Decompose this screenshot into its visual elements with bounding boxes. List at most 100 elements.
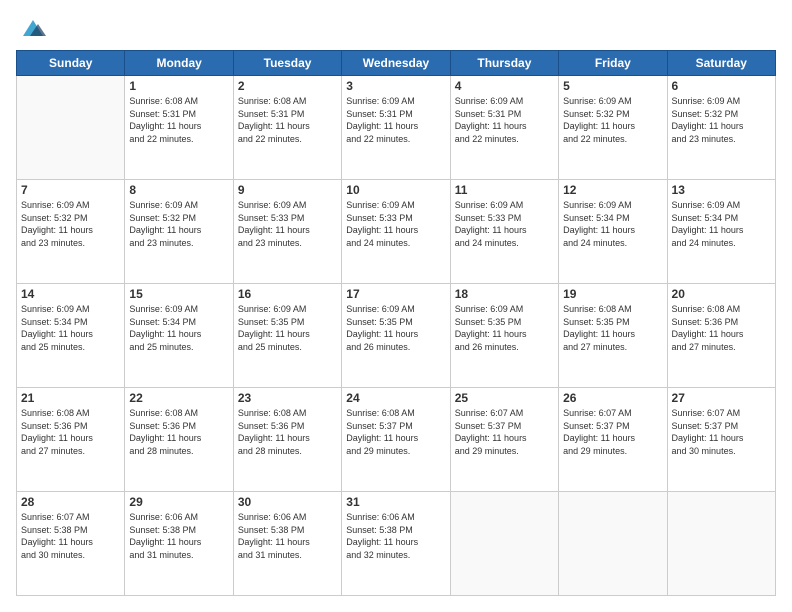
- calendar-week-row: 1 Sunrise: 6:08 AMSunset: 5:31 PMDaylight…: [17, 76, 776, 180]
- day-number: 6: [672, 79, 771, 93]
- calendar-cell: 5Sunrise: 6:09 AMSunset: 5:32 PMDaylight…: [559, 76, 667, 180]
- day-detail: Sunrise: 6:09 AMSunset: 5:32 PMDaylight:…: [129, 199, 228, 249]
- day-detail: Sunrise: 6:09 AMSunset: 5:32 PMDaylight:…: [21, 199, 120, 249]
- day-detail: Sunrise: 6:08 AMSunset: 5:36 PMDaylight:…: [672, 303, 771, 353]
- day-number: 10: [346, 183, 445, 197]
- calendar-week-row: 7 Sunrise: 6:09 AMSunset: 5:32 PMDaylight…: [17, 180, 776, 284]
- calendar-cell: 31Sunrise: 6:06 AMSunset: 5:38 PMDayligh…: [342, 492, 450, 596]
- day-detail: Sunrise: 6:09 AMSunset: 5:35 PMDaylight:…: [455, 303, 554, 353]
- day-detail: Sunrise: 6:09 AMSunset: 5:31 PMDaylight:…: [455, 95, 554, 145]
- day-number: 3: [346, 79, 445, 93]
- calendar-header-friday: Friday: [559, 51, 667, 76]
- calendar-cell: 1 Sunrise: 6:08 AMSunset: 5:31 PMDaylight…: [125, 76, 233, 180]
- calendar-cell: 24 Sunrise: 6:08 AMSunset: 5:37 PMDayligh…: [342, 388, 450, 492]
- day-detail: Sunrise: 6:09 AMSunset: 5:33 PMDaylight:…: [238, 199, 337, 249]
- day-detail: Sunrise: 6:06 AMSunset: 5:38 PMDaylight:…: [238, 511, 337, 561]
- day-number: 22: [129, 391, 228, 405]
- day-number: 15: [129, 287, 228, 301]
- day-detail: Sunrise: 6:08 AMSunset: 5:36 PMDaylight:…: [238, 407, 337, 457]
- calendar-header-thursday: Thursday: [450, 51, 558, 76]
- calendar-cell: 18 Sunrise: 6:09 AMSunset: 5:35 PMDayligh…: [450, 284, 558, 388]
- calendar-cell: 25Sunrise: 6:07 AMSunset: 5:37 PMDayligh…: [450, 388, 558, 492]
- calendar-cell: 3 Sunrise: 6:09 AMSunset: 5:31 PMDaylight…: [342, 76, 450, 180]
- calendar-cell: 6 Sunrise: 6:09 AMSunset: 5:32 PMDaylight…: [667, 76, 775, 180]
- logo-icon: [18, 16, 48, 40]
- calendar-cell: 16Sunrise: 6:09 AMSunset: 5:35 PMDayligh…: [233, 284, 341, 388]
- day-number: 11: [455, 183, 554, 197]
- day-detail: Sunrise: 6:08 AMSunset: 5:31 PMDaylight:…: [238, 95, 337, 145]
- day-detail: Sunrise: 6:09 AMSunset: 5:32 PMDaylight:…: [672, 95, 771, 145]
- calendar-table: SundayMondayTuesdayWednesdayThursdayFrid…: [16, 50, 776, 596]
- calendar-header-row: SundayMondayTuesdayWednesdayThursdayFrid…: [17, 51, 776, 76]
- calendar-cell: 12 Sunrise: 6:09 AMSunset: 5:34 PMDayligh…: [559, 180, 667, 284]
- day-number: 26: [563, 391, 662, 405]
- calendar-cell: 14 Sunrise: 6:09 AMSunset: 5:34 PMDayligh…: [17, 284, 125, 388]
- calendar-cell: 19 Sunrise: 6:08 AMSunset: 5:35 PMDayligh…: [559, 284, 667, 388]
- logo: [16, 16, 48, 40]
- calendar-cell: 27 Sunrise: 6:07 AMSunset: 5:37 PMDayligh…: [667, 388, 775, 492]
- calendar-cell: 23 Sunrise: 6:08 AMSunset: 5:36 PMDayligh…: [233, 388, 341, 492]
- day-number: 7: [21, 183, 120, 197]
- calendar-header-sunday: Sunday: [17, 51, 125, 76]
- day-number: 28: [21, 495, 120, 509]
- day-number: 29: [129, 495, 228, 509]
- calendar-header-saturday: Saturday: [667, 51, 775, 76]
- day-detail: Sunrise: 6:07 AMSunset: 5:38 PMDaylight:…: [21, 511, 120, 561]
- day-detail: Sunrise: 6:09 AMSunset: 5:34 PMDaylight:…: [21, 303, 120, 353]
- day-number: 14: [21, 287, 120, 301]
- day-detail: Sunrise: 6:09 AMSunset: 5:34 PMDaylight:…: [672, 199, 771, 249]
- day-number: 8: [129, 183, 228, 197]
- day-number: 4: [455, 79, 554, 93]
- day-number: 24: [346, 391, 445, 405]
- calendar-cell: 2 Sunrise: 6:08 AMSunset: 5:31 PMDaylight…: [233, 76, 341, 180]
- calendar-cell: [450, 492, 558, 596]
- calendar-cell: 22 Sunrise: 6:08 AMSunset: 5:36 PMDayligh…: [125, 388, 233, 492]
- day-number: 21: [21, 391, 120, 405]
- day-detail: Sunrise: 6:08 AMSunset: 5:37 PMDaylight:…: [346, 407, 445, 457]
- day-number: 30: [238, 495, 337, 509]
- day-detail: Sunrise: 6:07 AMSunset: 5:37 PMDaylight:…: [672, 407, 771, 457]
- day-detail: Sunrise: 6:09 AMSunset: 5:34 PMDaylight:…: [129, 303, 228, 353]
- day-detail: Sunrise: 6:09 AMSunset: 5:34 PMDaylight:…: [563, 199, 662, 249]
- calendar-header-monday: Monday: [125, 51, 233, 76]
- calendar-cell: 4 Sunrise: 6:09 AMSunset: 5:31 PMDaylight…: [450, 76, 558, 180]
- calendar-header-tuesday: Tuesday: [233, 51, 341, 76]
- day-detail: Sunrise: 6:09 AMSunset: 5:32 PMDaylight:…: [563, 95, 662, 145]
- page: SundayMondayTuesdayWednesdayThursdayFrid…: [0, 0, 792, 612]
- calendar-cell: 17 Sunrise: 6:09 AMSunset: 5:35 PMDayligh…: [342, 284, 450, 388]
- day-detail: Sunrise: 6:09 AMSunset: 5:31 PMDaylight:…: [346, 95, 445, 145]
- day-detail: Sunrise: 6:08 AMSunset: 5:31 PMDaylight:…: [129, 95, 228, 145]
- calendar-week-row: 28 Sunrise: 6:07 AMSunset: 5:38 PMDayligh…: [17, 492, 776, 596]
- calendar-cell: 8 Sunrise: 6:09 AMSunset: 5:32 PMDaylight…: [125, 180, 233, 284]
- day-detail: Sunrise: 6:06 AMSunset: 5:38 PMDaylight:…: [129, 511, 228, 561]
- day-number: 16: [238, 287, 337, 301]
- calendar-header-wednesday: Wednesday: [342, 51, 450, 76]
- day-detail: Sunrise: 6:08 AMSunset: 5:36 PMDaylight:…: [21, 407, 120, 457]
- calendar-cell: 11 Sunrise: 6:09 AMSunset: 5:33 PMDayligh…: [450, 180, 558, 284]
- calendar-cell: 9Sunrise: 6:09 AMSunset: 5:33 PMDaylight…: [233, 180, 341, 284]
- day-detail: Sunrise: 6:08 AMSunset: 5:35 PMDaylight:…: [563, 303, 662, 353]
- calendar-cell: 20 Sunrise: 6:08 AMSunset: 5:36 PMDayligh…: [667, 284, 775, 388]
- day-detail: Sunrise: 6:07 AMSunset: 5:37 PMDaylight:…: [563, 407, 662, 457]
- day-number: 1: [129, 79, 228, 93]
- day-number: 17: [346, 287, 445, 301]
- day-number: 25: [455, 391, 554, 405]
- day-number: 2: [238, 79, 337, 93]
- day-number: 12: [563, 183, 662, 197]
- calendar-cell: [667, 492, 775, 596]
- day-detail: Sunrise: 6:09 AMSunset: 5:35 PMDaylight:…: [346, 303, 445, 353]
- day-number: 20: [672, 287, 771, 301]
- calendar-cell: 29 Sunrise: 6:06 AMSunset: 5:38 PMDayligh…: [125, 492, 233, 596]
- day-number: 18: [455, 287, 554, 301]
- day-number: 27: [672, 391, 771, 405]
- day-detail: Sunrise: 6:09 AMSunset: 5:33 PMDaylight:…: [455, 199, 554, 249]
- calendar-cell: [559, 492, 667, 596]
- calendar-week-row: 14 Sunrise: 6:09 AMSunset: 5:34 PMDayligh…: [17, 284, 776, 388]
- day-detail: Sunrise: 6:09 AMSunset: 5:33 PMDaylight:…: [346, 199, 445, 249]
- day-number: 19: [563, 287, 662, 301]
- day-detail: Sunrise: 6:08 AMSunset: 5:36 PMDaylight:…: [129, 407, 228, 457]
- calendar-cell: 30 Sunrise: 6:06 AMSunset: 5:38 PMDayligh…: [233, 492, 341, 596]
- day-number: 23: [238, 391, 337, 405]
- day-number: 13: [672, 183, 771, 197]
- header: [16, 16, 776, 40]
